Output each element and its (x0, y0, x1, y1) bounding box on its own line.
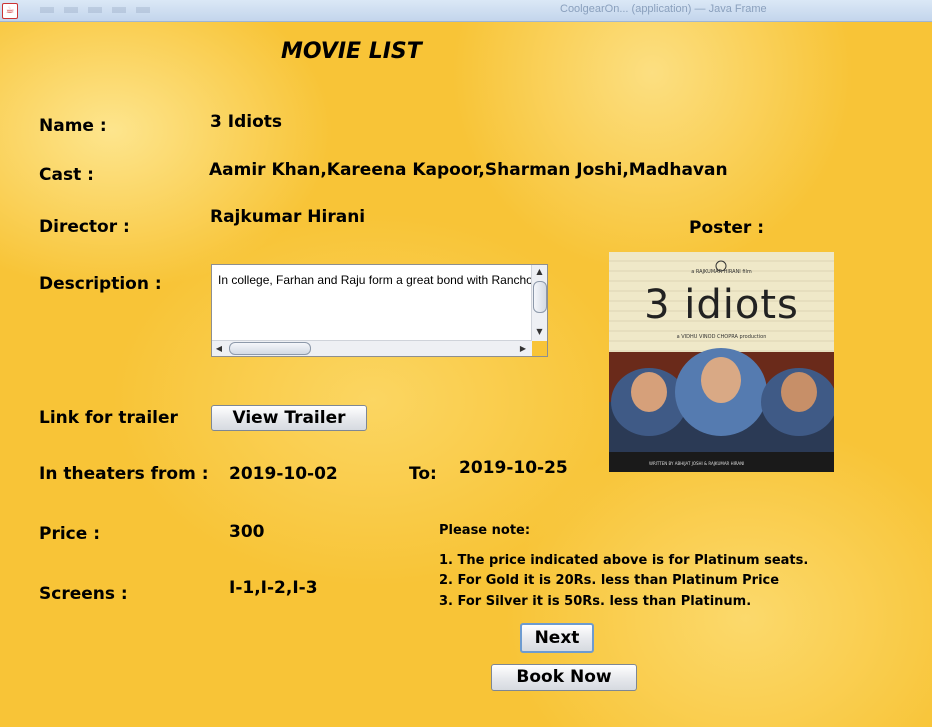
description-textarea[interactable]: In college, Farhan and Raju form a great… (211, 264, 548, 357)
screens-value: I-1,I-2,I-3 (229, 578, 318, 598)
from-date-value: 2019-10-02 (229, 464, 338, 484)
scroll-down-arrow-icon[interactable]: ▼ (532, 325, 547, 339)
note-heading: Please note: (439, 523, 531, 538)
trailer-label: Link for trailer (39, 408, 178, 428)
note-line-2: 2. For Gold it is 20Rs. less than Platin… (439, 573, 780, 588)
description-label: Description : (39, 274, 162, 294)
scroll-left-arrow-icon[interactable]: ◀ (212, 341, 226, 356)
screens-label: Screens : (39, 584, 128, 604)
scroll-corner (532, 341, 547, 356)
movie-director-value: Rajkumar Hirani (210, 207, 366, 227)
scroll-right-arrow-icon[interactable]: ▶ (516, 341, 530, 356)
window-title: CoolgearOn... (application) — Java Frame (560, 3, 767, 15)
note-line-1: 1. The price indicated above is for Plat… (439, 553, 809, 568)
name-label: Name : (39, 116, 107, 136)
note-line-3: 3. For Silver it is 50Rs. less than Plat… (439, 594, 752, 609)
poster-presenter-text: a RAJKUMAR HIRANI film (691, 269, 752, 275)
horizontal-scroll-thumb[interactable] (229, 342, 311, 355)
description-text[interactable]: In college, Farhan and Raju form a great… (218, 273, 532, 287)
to-label: To: (409, 464, 437, 484)
to-date-value: 2019-10-25 (459, 458, 568, 478)
movie-cast-value: Aamir Khan,Kareena Kapoor,Sharman Joshi,… (209, 160, 728, 180)
director-label: Director : (39, 217, 130, 237)
movie-poster-image: a RAJKUMAR HIRANI film 3 idiots a VIDHU … (609, 252, 834, 472)
price-value: 300 (229, 522, 265, 542)
poster-label: Poster : (689, 218, 765, 238)
description-vertical-scrollbar[interactable]: ▲ ▼ (531, 265, 547, 341)
poster-production-text: a VIDHU VINOD CHOPRA production (676, 334, 767, 340)
theaters-from-label: In theaters from : (39, 464, 209, 484)
cast-label: Cast : (39, 165, 94, 185)
titlebar-quick-access-icons (40, 7, 160, 13)
view-trailer-button[interactable]: View Trailer (211, 405, 367, 431)
vertical-scroll-thumb[interactable] (533, 281, 547, 313)
price-label: Price : (39, 524, 100, 544)
scroll-up-arrow-icon[interactable]: ▲ (532, 265, 547, 279)
page-title: MOVIE LIST (281, 39, 422, 64)
next-button[interactable]: Next (520, 623, 594, 653)
book-now-button[interactable]: Book Now (491, 664, 637, 691)
description-horizontal-scrollbar[interactable]: ◀ ▶ (212, 340, 532, 356)
poster-title-text: 3 idiots (644, 282, 799, 328)
window-titlebar: ☕ CoolgearOn... (application) — Java Fra… (0, 0, 932, 22)
poster-credits-text: WRITTEN BY ABHIJAT JOSHI & RAJKUMAR HIRA… (649, 461, 745, 466)
java-app-icon: ☕ (2, 3, 18, 19)
movie-name-value: 3 Idiots (210, 112, 282, 132)
